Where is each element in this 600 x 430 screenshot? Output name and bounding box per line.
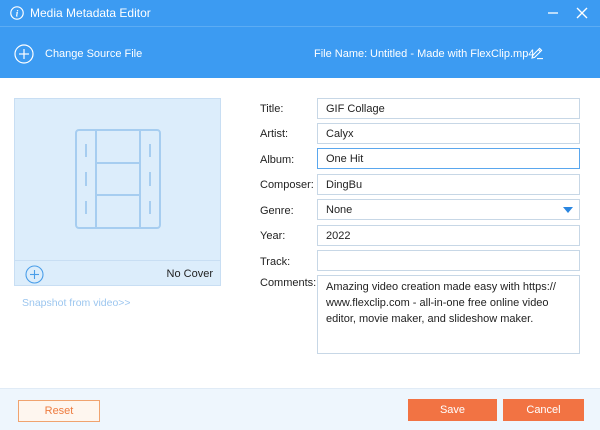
svg-text:i: i: [16, 9, 19, 19]
plus-circle-icon[interactable]: [25, 265, 44, 284]
album-label: Album:: [260, 154, 295, 166]
track-field[interactable]: [317, 250, 580, 271]
reset-button[interactable]: Reset: [18, 400, 100, 422]
window-title: Media Metadata Editor: [30, 6, 151, 20]
cancel-button[interactable]: Cancel: [503, 399, 584, 421]
film-strip-icon: [75, 129, 161, 229]
genre-value: None: [326, 204, 353, 216]
toolbar: Change Source File File Name: Untitled -…: [0, 26, 600, 78]
minimize-icon[interactable]: [544, 4, 562, 22]
file-name-label: File Name:: [314, 48, 368, 60]
composer-field[interactable]: DingBu: [317, 174, 580, 195]
year-label: Year:: [260, 230, 286, 242]
close-icon[interactable]: [573, 4, 591, 22]
bottom-bar: Reset Save Cancel: [0, 388, 600, 430]
title-bar: i Media Metadata Editor: [0, 0, 600, 26]
album-field[interactable]: One Hit: [317, 148, 580, 169]
title-field[interactable]: GIF Collage: [317, 98, 580, 119]
title-label: Title:: [260, 103, 284, 115]
cover-footer: No Cover: [15, 260, 220, 286]
cover-preview: No Cover: [14, 98, 221, 286]
chevron-down-icon: [563, 207, 573, 213]
artist-label: Artist:: [260, 128, 289, 140]
comments-textarea[interactable]: Amazing video creation made easy with ht…: [317, 275, 580, 354]
snapshot-from-video-link[interactable]: Snapshot from video>>: [22, 297, 131, 309]
change-source-button[interactable]: Change Source File: [14, 43, 142, 65]
file-name-value: Untitled - Made with FlexClip.mp4: [370, 48, 535, 60]
genre-label: Genre:: [260, 205, 294, 217]
genre-select[interactable]: None: [317, 199, 580, 220]
no-cover-label: No Cover: [166, 268, 213, 280]
composer-label: Composer:: [260, 179, 314, 191]
change-source-label: Change Source File: [45, 48, 143, 60]
year-field[interactable]: 2022: [317, 225, 580, 246]
comments-label: Comments:: [260, 277, 317, 289]
artist-field[interactable]: Calyx: [317, 123, 580, 144]
save-button[interactable]: Save: [408, 399, 497, 421]
plus-circle-icon: [14, 44, 34, 64]
track-label: Track:: [260, 256, 291, 268]
pencil-icon[interactable]: [530, 46, 544, 60]
info-icon: i: [10, 6, 24, 20]
